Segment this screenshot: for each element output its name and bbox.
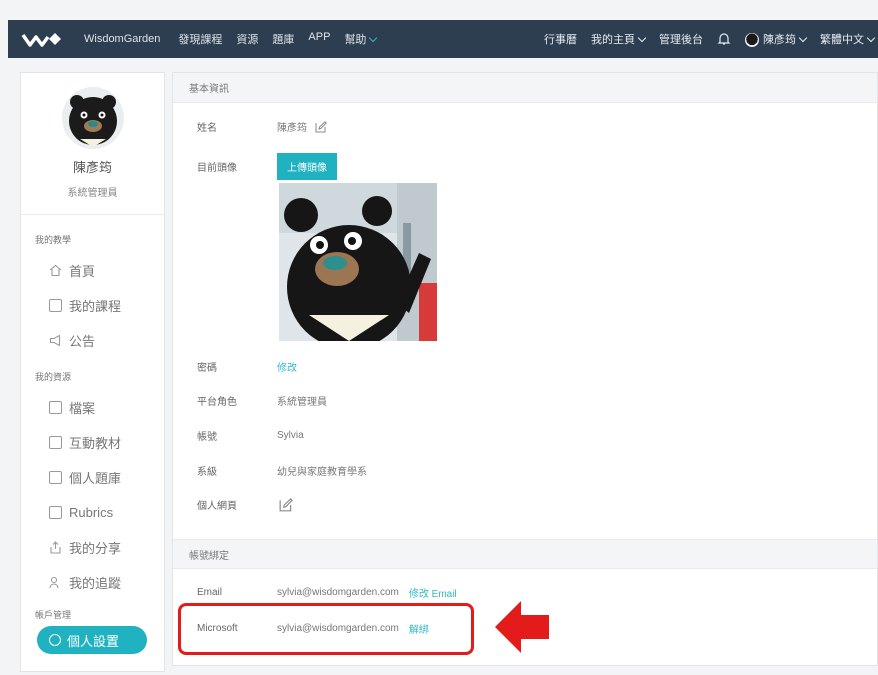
profile-card: 陳彥筠 系統管理員 [21, 73, 164, 215]
homepage-label: 個人網頁 [197, 501, 237, 512]
sidebar-item-label: 檔案 [69, 401, 96, 416]
sidebar-item-label: 我的追蹤 [69, 576, 122, 591]
email-value: sylvia@wisdomgarden.com [277, 587, 399, 598]
sidebar-item-announcements[interactable]: 公告 [21, 323, 164, 358]
nav-app[interactable]: APP [308, 31, 330, 47]
account-label: 帳號 [197, 432, 217, 443]
change-password-link[interactable]: 修改 [277, 359, 297, 374]
department-label: 系級 [197, 467, 217, 478]
red-arrow-icon [495, 601, 549, 653]
wisdomgarden-logo-icon[interactable] [8, 20, 78, 58]
name-value: 陳彥筠 [277, 123, 307, 134]
department-value: 幼兒與家庭教育學系 [277, 467, 367, 478]
nav-my-homepage[interactable]: 我的主頁 [591, 31, 647, 47]
section-basic-info: 基本資訊 [173, 73, 877, 103]
account-row: 帳號 Sylvia [197, 428, 304, 443]
group-title-teaching: 我的教學 [35, 235, 72, 245]
edit-pencil-icon[interactable] [315, 120, 327, 133]
sidebar-item-my-shares[interactable]: 我的分享 [21, 530, 164, 565]
nav-user-name: 陳彥筠 [763, 33, 796, 46]
edit-pencil-icon[interactable] [279, 497, 293, 512]
password-row: 密碼 修改 [197, 359, 297, 374]
email-binding-row: Email sylvia@wisdomgarden.com 修改 Email [197, 585, 457, 600]
name-row: 姓名 陳彥筠 [197, 119, 327, 134]
chevron-down-icon [637, 33, 647, 43]
megaphone-icon [49, 334, 61, 347]
department-row: 系級 幼兒與家庭教育學系 [197, 463, 367, 478]
upload-avatar-button[interactable]: 上傳頭像 [277, 153, 337, 180]
nav-my-homepage-label: 我的主頁 [591, 34, 635, 46]
share-icon [50, 541, 61, 554]
change-email-link[interactable]: 修改 Email [409, 585, 457, 600]
nav-language-label: 繁體中文 [820, 34, 864, 46]
chevron-down-icon [798, 33, 808, 43]
bell-icon[interactable] [717, 32, 731, 46]
password-label: 密碼 [197, 363, 217, 374]
nav-calendar[interactable]: 行事曆 [544, 31, 577, 47]
sidebar-item-label: 我的分享 [69, 541, 122, 556]
profile-name: 陳彥筠 [72, 160, 112, 175]
profile-role: 系統管理員 [67, 188, 118, 199]
nav-discover-courses[interactable]: 發現課程 [178, 31, 222, 47]
book-icon [49, 299, 62, 312]
file-icon [49, 401, 62, 414]
nav-help-label: 幫助 [344, 34, 367, 46]
chevron-down-icon [369, 33, 378, 43]
sidebar-item-label: 個人設置 [67, 633, 120, 649]
sidebar-item-personal-question-bank[interactable]: 個人題庫 [21, 460, 164, 495]
group-title-account: 帳戶管理 [35, 610, 72, 620]
platform-role-label: 平台角色 [197, 397, 237, 408]
avatar-label: 目前頭像 [197, 163, 237, 174]
sidebar-item-files[interactable]: 檔案 [21, 390, 164, 425]
nav-resources[interactable]: 資源 [236, 31, 258, 47]
nav-help[interactable]: 幫助 [344, 31, 378, 47]
settings-panel: 基本資訊 姓名 陳彥筠 目前頭像 上傳頭像 密碼 修改 平台角色 系統管理員 帳… [172, 72, 878, 666]
sidebar-item-rubrics[interactable]: Rubrics [21, 495, 164, 530]
sidebar-item-label: 公告 [69, 334, 96, 349]
sidebar-item-label: 首頁 [69, 264, 96, 279]
sidebar-item-label: 個人題庫 [69, 471, 122, 486]
settings-icon [49, 634, 61, 646]
nav-language[interactable]: 繁體中文 [820, 31, 876, 47]
home-icon [49, 264, 62, 277]
avatar-row: 目前頭像 上傳頭像 [197, 153, 337, 180]
nav-admin[interactable]: 管理後台 [659, 31, 703, 47]
sidebar-item-label: Rubrics [69, 505, 114, 520]
platform-role-row: 平台角色 系統管理員 [197, 393, 327, 408]
top-nav-bar: WisdomGarden 發現課程 資源 題庫 APP 幫助 行事曆 我的主頁 … [8, 20, 878, 58]
follow-users-icon [49, 576, 59, 589]
brand-name[interactable]: WisdomGarden [84, 33, 160, 45]
interactive-material-icon [49, 436, 62, 449]
email-label: Email [197, 587, 223, 598]
account-value: Sylvia [277, 430, 304, 441]
group-title-resources: 我的資源 [35, 372, 72, 382]
chevron-down-icon [866, 33, 876, 43]
section-account-binding: 帳號綁定 [173, 539, 877, 569]
sidebar: 陳彥筠 系統管理員 我的教學 首頁 我的課程 公告 我的資源 檔案 互動教材 個… [20, 72, 165, 672]
sidebar-item-label: 互動教材 [69, 436, 122, 451]
homepage-row: 個人網頁 [197, 497, 293, 512]
nav-user-menu[interactable]: 陳彥筠 [745, 31, 808, 48]
sidebar-item-home[interactable]: 首頁 [21, 253, 164, 288]
sidebar-item-label: 我的課程 [69, 299, 122, 314]
avatar-photo [279, 183, 437, 341]
name-label: 姓名 [197, 123, 217, 134]
sidebar-item-personal-settings[interactable]: 個人設置 [37, 626, 147, 654]
highlight-box [178, 603, 474, 655]
sidebar-item-my-follows[interactable]: 我的追蹤 [21, 565, 164, 600]
sidebar-item-interactive-materials[interactable]: 互動教材 [21, 425, 164, 460]
avatar[interactable] [61, 87, 124, 149]
platform-role-value: 系統管理員 [277, 397, 327, 408]
sidebar-item-my-courses[interactable]: 我的課程 [21, 288, 164, 323]
nav-question-bank[interactable]: 題庫 [272, 31, 294, 47]
rubrics-icon [49, 506, 62, 519]
edit-document-icon [49, 471, 62, 484]
user-avatar [745, 33, 759, 48]
